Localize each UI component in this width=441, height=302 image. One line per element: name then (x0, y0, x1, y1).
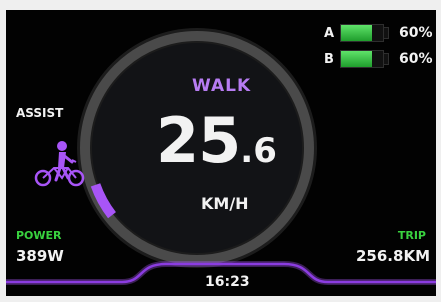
speed-value: 25.6 (156, 110, 277, 182)
device-frame: A 60% B 60% WALK 25.6 KM/H ASSIST POWER … (0, 0, 441, 302)
display-screen: A 60% B 60% WALK 25.6 KM/H ASSIST POWER … (6, 10, 436, 296)
speed-decimal: .6 (240, 131, 277, 171)
power-label: POWER (16, 229, 62, 242)
trip-label: TRIP (397, 229, 426, 242)
speed-unit: KM/H (201, 194, 249, 213)
mode-label: WALK (192, 76, 252, 96)
bicycle-walk-icon (34, 141, 85, 187)
trip-value: 256.8KM (356, 247, 430, 265)
power-value: 389W (16, 247, 64, 265)
clock-time: 16:23 (205, 274, 250, 290)
assist-label: ASSIST (16, 106, 64, 120)
speed-integer: 25 (156, 104, 241, 177)
